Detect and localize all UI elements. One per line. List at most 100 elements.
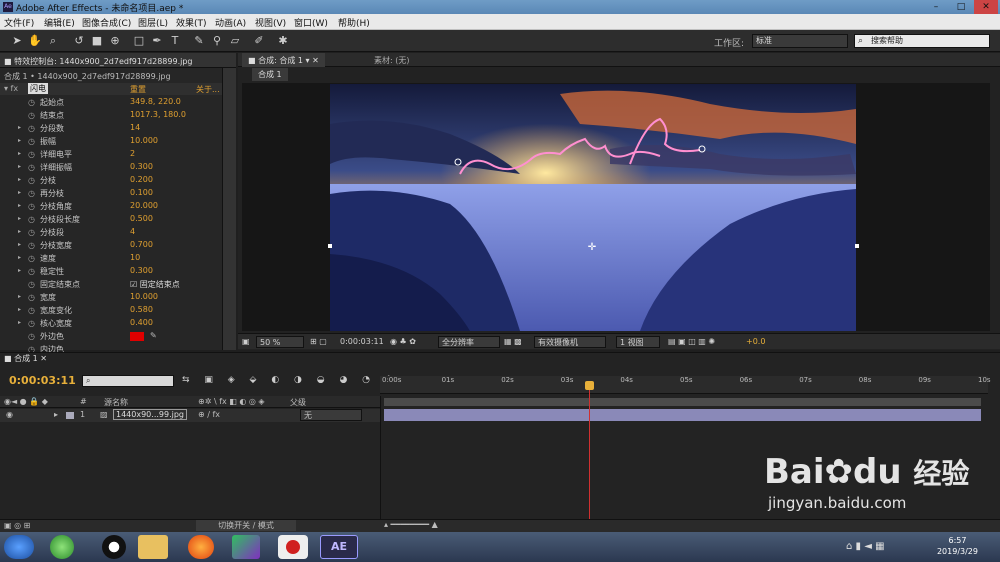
stopwatch-icon[interactable]: ◷	[28, 306, 35, 315]
expand-icon[interactable]: ▸	[18, 241, 21, 248]
effect-property-row[interactable]: ◷ 外边色 ✎	[0, 330, 222, 343]
expand-icon[interactable]: ▸	[18, 189, 21, 196]
property-value[interactable]: 0.500	[130, 214, 153, 223]
property-value[interactable]: 10.000	[130, 136, 158, 145]
expand-icon[interactable]: ▸	[18, 254, 21, 261]
effect-property-row[interactable]: ▸ ◷ 稳定性 0.300	[0, 265, 222, 278]
stopwatch-icon[interactable]: ◷	[28, 150, 35, 159]
menu-edit[interactable]: 编辑(E)	[44, 16, 75, 29]
puppet-icon[interactable]: ✱	[276, 34, 290, 48]
stopwatch-icon[interactable]: ◷	[28, 267, 35, 276]
menu-layer[interactable]: 图层(L)	[138, 16, 168, 29]
property-value[interactable]: 10	[130, 253, 140, 262]
menu-file[interactable]: 文件(F)	[4, 16, 34, 29]
clone-icon[interactable]: ⚲	[210, 34, 224, 48]
expand-icon[interactable]: ▸	[18, 137, 21, 144]
eye-icon[interactable]: ◉	[6, 410, 13, 419]
pen-icon[interactable]: ✒	[150, 34, 164, 48]
eyedropper-icon[interactable]: ✎	[150, 331, 157, 340]
record-icon[interactable]	[278, 535, 308, 559]
rect-mask-icon[interactable]: □	[132, 34, 146, 48]
col-source-name[interactable]: 源名称	[104, 397, 128, 408]
stopwatch-icon[interactable]: ◷	[28, 111, 35, 120]
firefox-icon[interactable]	[188, 535, 214, 559]
view-layout-select[interactable]: 1 视图	[616, 336, 660, 348]
time-ruler[interactable]: 0:00s 01s 02s 03s 04s 05s 06s 07s 08s 09s 10s	[380, 376, 991, 394]
expand-icon[interactable]: ▸	[18, 215, 21, 222]
expand-icon[interactable]: ▸	[18, 267, 21, 274]
selection-icon[interactable]: ➤	[10, 34, 24, 48]
stopwatch-icon[interactable]: ◷	[28, 98, 35, 107]
effect-property-row[interactable]: ▸ ◷ 详细电平 2	[0, 148, 222, 161]
qq-icon[interactable]	[102, 535, 126, 559]
stopwatch-icon[interactable]: ◷	[28, 124, 35, 133]
checkbox[interactable]: ☑ 固定结束点	[130, 279, 180, 290]
close-button[interactable]: ✕	[974, 0, 998, 14]
property-value[interactable]: 14	[130, 123, 140, 132]
property-value[interactable]: 20.000	[130, 201, 158, 210]
stopwatch-icon[interactable]: ◷	[28, 176, 35, 185]
effect-property-row[interactable]: ▸ ◷ 分枝角度 20.000	[0, 200, 222, 213]
reset-link[interactable]: 重置	[130, 84, 146, 95]
effects-scrollbar[interactable]	[222, 68, 236, 350]
property-value[interactable]: 0.200	[130, 175, 153, 184]
col-parent[interactable]: 父级	[290, 397, 306, 408]
property-value[interactable]: 0.700	[130, 240, 153, 249]
property-value[interactable]: 0.100	[130, 188, 153, 197]
stopwatch-icon[interactable]: ◷	[28, 293, 35, 302]
expand-icon[interactable]: ▸	[18, 202, 21, 209]
playhead-handle[interactable]	[585, 381, 594, 390]
menu-help[interactable]: 帮助(H)	[338, 16, 370, 29]
camera-icon[interactable]: ■	[90, 34, 104, 48]
effect-property-row[interactable]: ▸ ◷ 振幅 10.000	[0, 135, 222, 148]
explorer-icon[interactable]	[138, 535, 168, 559]
composition-image[interactable]: ✛	[330, 84, 856, 331]
effect-property-row[interactable]: ▸ ◷ 分枝 0.200	[0, 174, 222, 187]
stopwatch-icon[interactable]: ◷	[28, 319, 35, 328]
effect-property-row[interactable]: ▸ ◷ 分段数 14	[0, 122, 222, 135]
tab-footage[interactable]: 素材: (无)	[374, 55, 409, 66]
start-button[interactable]	[4, 535, 34, 559]
layer-switches[interactable]: ⊕ ∕ fx	[198, 410, 220, 419]
timeline-timecode[interactable]: 0:00:03:11	[9, 374, 76, 387]
eraser-icon[interactable]: ▱	[228, 34, 242, 48]
property-value[interactable]: 0.300	[130, 162, 153, 171]
property-value[interactable]: 0.300	[130, 266, 153, 275]
effect-property-row[interactable]: ▸ ◷ 宽度变化 0.580	[0, 304, 222, 317]
tab-composition[interactable]: ■ 合成: 合成 1 ▾ ✕	[242, 53, 325, 67]
effect-property-row[interactable]: ▸ ◷ 再分枝 0.100	[0, 187, 222, 200]
effect-property-row[interactable]: ▸ ◷ 详细振幅 0.300	[0, 161, 222, 174]
expand-icon[interactable]: ▸	[18, 124, 21, 131]
hand-icon[interactable]: ✋	[28, 34, 42, 48]
always-preview-icon[interactable]: ▣	[242, 336, 250, 348]
menu-composition[interactable]: 图像合成(C)	[82, 16, 131, 29]
stopwatch-icon[interactable]: ◷	[28, 228, 35, 237]
transform-handle[interactable]	[855, 244, 859, 248]
layer-row[interactable]: ◉ ▸ 1 ▨ 1440x90...99.jpg ⊕ ∕ fx 无	[0, 409, 380, 422]
system-clock[interactable]: 6:57 2019/3/29	[937, 535, 978, 557]
property-value[interactable]: 1017.3, 180.0	[130, 110, 186, 119]
safe-zones-icon[interactable]: ⊞ ▢	[310, 336, 327, 348]
workspace-select[interactable]: 标准	[752, 34, 848, 48]
about-link[interactable]: 关于...	[196, 84, 220, 95]
layer-name[interactable]: 1440x90...99.jpg	[113, 409, 188, 420]
zoom-select[interactable]: 50 %	[256, 336, 304, 348]
camera-select[interactable]: 有效摄像机	[534, 336, 606, 348]
property-value[interactable]: 4	[130, 227, 135, 236]
maximize-button[interactable]: □	[949, 0, 973, 14]
stopwatch-icon[interactable]: ◷	[28, 202, 35, 211]
transform-handle[interactable]	[328, 244, 332, 248]
after-effects-taskbar-button[interactable]: AE	[320, 535, 358, 559]
expand-icon[interactable]: ▸	[18, 293, 21, 300]
expand-icon[interactable]: ▸	[54, 410, 58, 419]
collapse-icon[interactable]: ▾ fx	[4, 84, 18, 93]
timeline-search-input[interactable]: ⌕	[82, 375, 174, 387]
timeline-switches-icons[interactable]: ⇆ ▣ ◈ ⬙ ◐ ◑ ◒ ◕ ◔ ✱	[182, 375, 398, 385]
property-value[interactable]: 0.400	[130, 318, 153, 327]
stopwatch-icon[interactable]: ◷	[28, 280, 35, 289]
browser-icon[interactable]	[50, 535, 74, 559]
expand-icon[interactable]: ▸	[18, 163, 21, 170]
text-icon[interactable]: T	[168, 34, 182, 48]
property-value[interactable]: 10.000	[130, 292, 158, 301]
menu-animation[interactable]: 动画(A)	[215, 16, 246, 29]
